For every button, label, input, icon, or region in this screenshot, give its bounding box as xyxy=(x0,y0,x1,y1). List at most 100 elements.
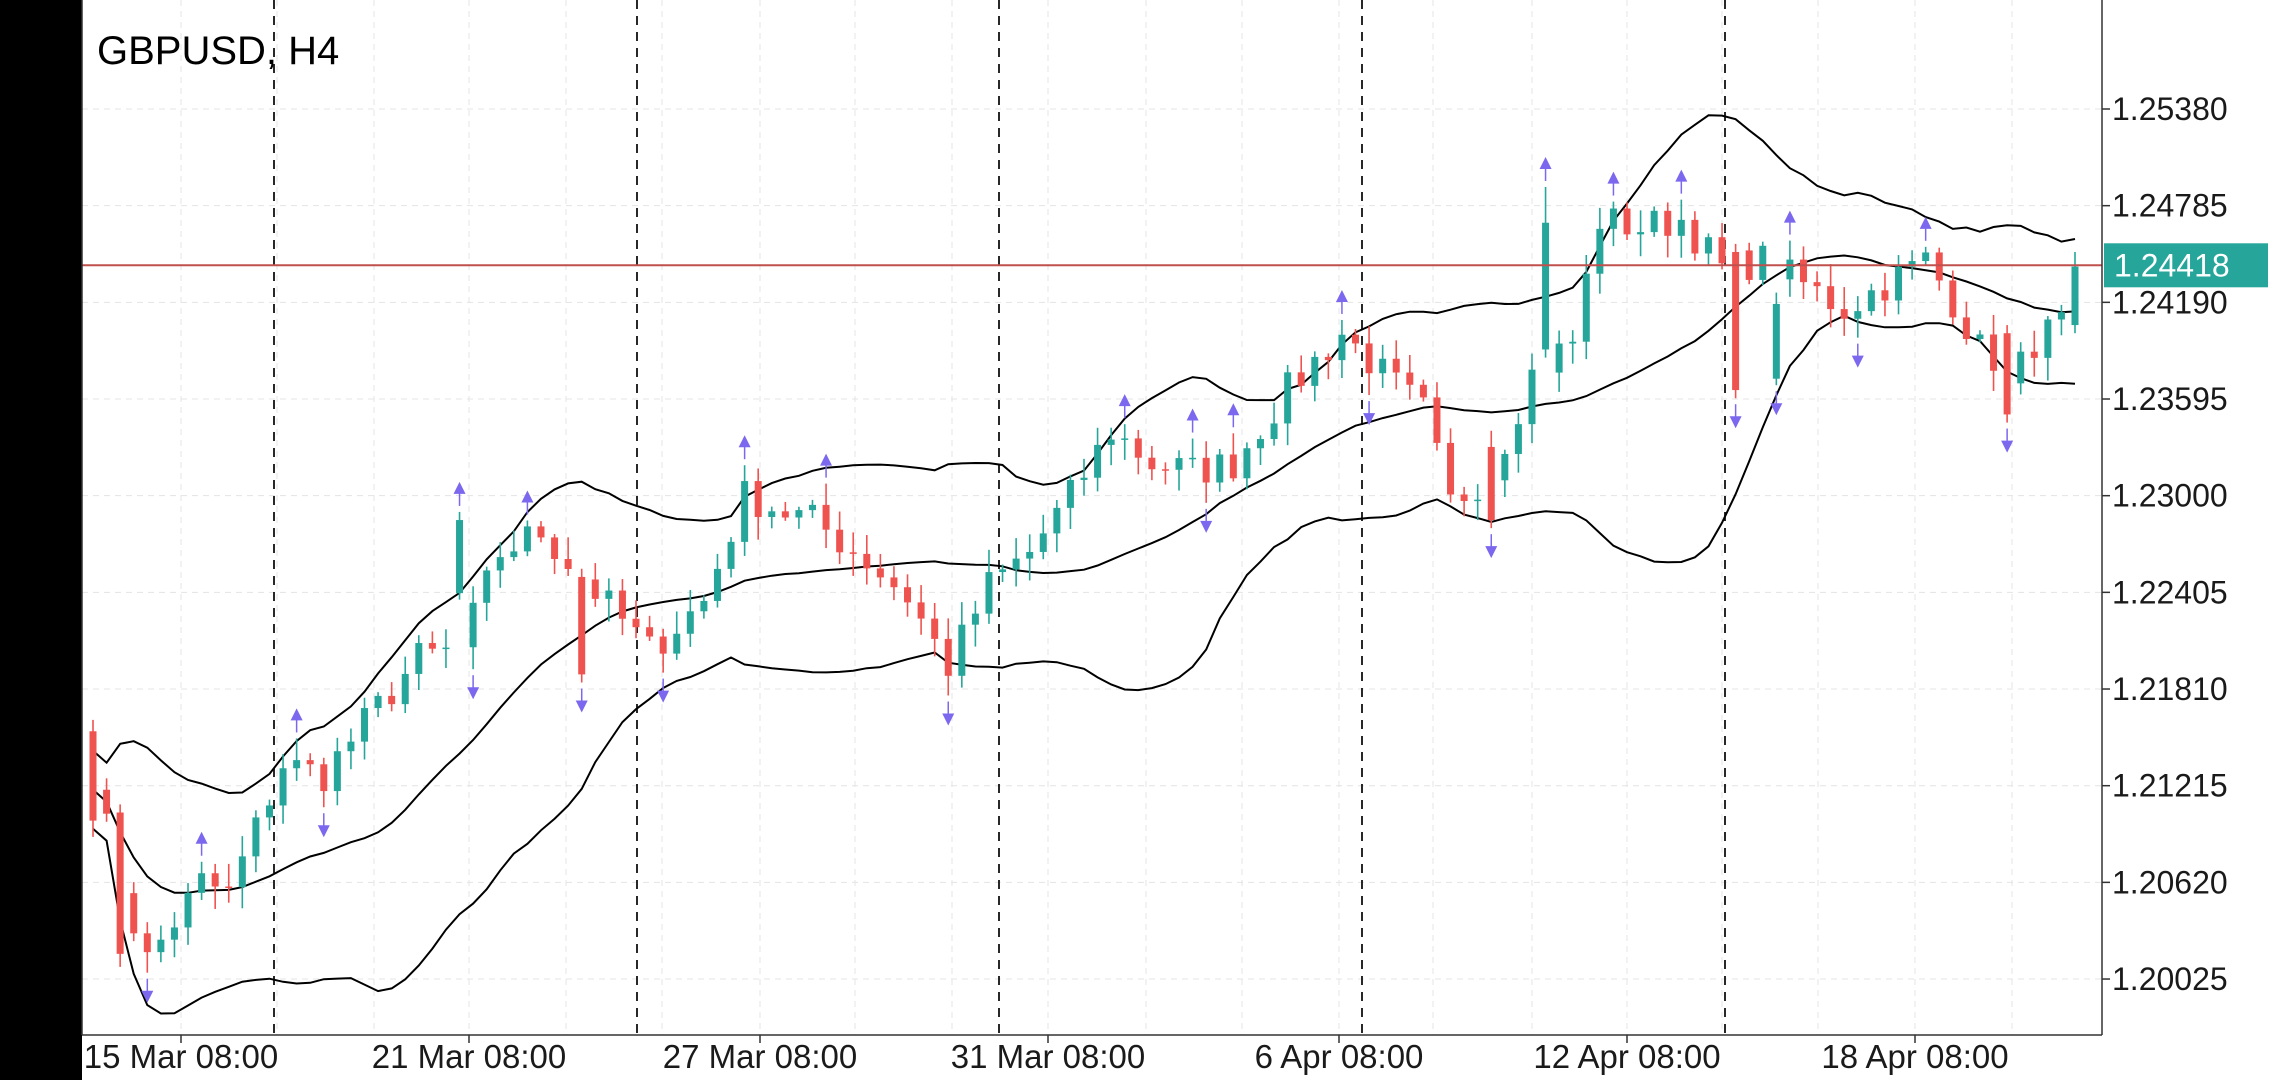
candle-body xyxy=(931,618,939,639)
candle-body xyxy=(564,559,572,569)
candle-body xyxy=(1569,341,1577,344)
candle-body xyxy=(618,590,626,619)
candle-body xyxy=(279,768,287,806)
candle-body xyxy=(1718,237,1726,264)
candle-body xyxy=(632,618,640,628)
candle-body xyxy=(170,927,178,940)
chart-canvas[interactable]: 1.24418 1.25380 1.24785 1.24190 1.23595 1.23… xyxy=(0,0,2280,1080)
candle-body xyxy=(388,695,396,705)
candle-body xyxy=(265,805,273,818)
candle-body xyxy=(1759,245,1767,280)
candle-body xyxy=(238,856,246,888)
candle-body xyxy=(1895,266,1903,301)
candle-body xyxy=(1813,282,1821,287)
candle-body xyxy=(890,577,898,588)
candle-body xyxy=(1474,499,1482,502)
ytick-label-3: 1.23595 xyxy=(2112,381,2228,417)
xtick-label-5: 12 Apr 08:00 xyxy=(1533,1038,1720,1075)
candle-body xyxy=(971,613,979,625)
candle-body xyxy=(401,673,409,705)
chart-title: GBPUSD, H4 xyxy=(97,29,339,73)
candle-body xyxy=(1772,303,1780,379)
candle-body xyxy=(1609,208,1617,229)
candle-body xyxy=(686,611,694,634)
candle-body xyxy=(713,568,721,601)
candle-body xyxy=(1976,334,1984,340)
ytick-label-7: 1.21215 xyxy=(2112,768,2228,804)
candle-body xyxy=(917,602,925,619)
candle-body xyxy=(944,638,952,676)
candle-body xyxy=(198,873,206,893)
candle-body xyxy=(496,557,504,571)
ytick-label-6: 1.21810 xyxy=(2112,671,2228,707)
candle-body xyxy=(673,633,681,654)
xtick-label-2: 27 Mar 08:00 xyxy=(663,1038,857,1075)
candle-body xyxy=(1949,280,1957,318)
candle-body xyxy=(1012,558,1020,570)
current-price-label: 1.24418 xyxy=(2114,247,2230,283)
candle-body xyxy=(985,572,993,614)
candle-body xyxy=(1379,358,1387,374)
candle-body xyxy=(1867,290,1875,312)
candle-body xyxy=(1094,444,1102,478)
candle-body xyxy=(143,933,151,953)
candle-body xyxy=(1039,533,1047,552)
xtick-label-3: 31 Mar 08:00 xyxy=(951,1038,1145,1075)
candle-body xyxy=(1786,259,1794,280)
chart-window[interactable]: 1.24418 1.25380 1.24785 1.24190 1.23595 1.23… xyxy=(0,0,2280,1080)
candle-body xyxy=(700,600,708,612)
candle-body xyxy=(1582,273,1590,342)
plot-area[interactable] xyxy=(82,0,2102,1035)
candle-body xyxy=(1256,439,1264,449)
candle-body xyxy=(1284,372,1292,424)
candle-body xyxy=(1922,252,1930,262)
candle-body xyxy=(1990,334,1998,371)
candle-body xyxy=(361,708,369,742)
candle-body xyxy=(1447,442,1455,495)
candle-body xyxy=(1419,384,1427,398)
candle-body xyxy=(1732,251,1740,391)
candle-body xyxy=(1243,448,1251,479)
candle-body xyxy=(1623,208,1631,235)
candle-body xyxy=(1053,507,1061,534)
candle-body xyxy=(1637,232,1645,235)
candle-body xyxy=(1487,446,1495,521)
candle-body xyxy=(591,579,599,599)
candle-body xyxy=(999,569,1007,573)
candle-body xyxy=(428,643,436,649)
candle-body xyxy=(781,511,789,518)
candle-body xyxy=(320,764,328,792)
candle-body xyxy=(1080,477,1088,480)
candle-body xyxy=(1460,494,1468,501)
candle-body xyxy=(1827,286,1835,310)
candle-body xyxy=(469,602,477,648)
candle-body xyxy=(754,481,762,518)
xtick-label-6: 18 Apr 08:00 xyxy=(1821,1038,2008,1075)
candle-body xyxy=(157,939,165,953)
ytick-label-9: 1.20025 xyxy=(2112,961,2228,997)
candle-body xyxy=(1175,458,1183,470)
ytick-label-2: 1.24190 xyxy=(2112,284,2228,320)
candle-body xyxy=(904,587,912,603)
time-axis: 15 Mar 08:00 21 Mar 08:00 27 Mar 08:00 31 M… xyxy=(84,1035,2009,1075)
candle-body xyxy=(727,541,735,569)
candle-body xyxy=(741,481,749,542)
candle-body xyxy=(822,504,830,530)
candle-body xyxy=(1066,479,1074,508)
candle-body xyxy=(605,590,613,599)
candle-body xyxy=(659,636,667,654)
candle-body xyxy=(863,553,871,569)
price-axis-area xyxy=(2102,0,2280,1080)
candle-body xyxy=(1935,252,1943,281)
candle-body xyxy=(1799,259,1807,283)
candle-body xyxy=(2044,319,2052,358)
candle-body xyxy=(1664,210,1672,236)
candle-body xyxy=(1501,453,1509,481)
candle-body xyxy=(2003,333,2011,415)
candle-body xyxy=(1555,343,1563,373)
candle-body xyxy=(1189,457,1197,460)
candle-body xyxy=(1216,454,1224,483)
candle-body xyxy=(116,812,124,954)
candle-body xyxy=(795,510,803,518)
ytick-label-5: 1.22405 xyxy=(2112,574,2228,610)
